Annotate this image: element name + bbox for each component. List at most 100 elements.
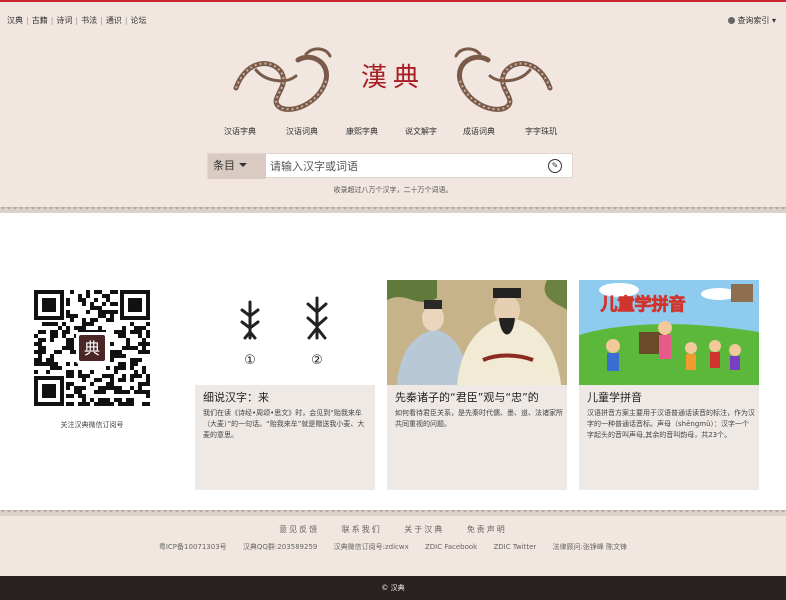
qr-module (146, 350, 150, 354)
qr-module (66, 314, 70, 318)
qr-module (102, 402, 106, 406)
qr-module (50, 334, 54, 338)
qr-module (70, 370, 74, 374)
qr-module (34, 334, 38, 338)
footer-facebook[interactable]: ZDIC Facebook (425, 543, 477, 551)
qr-module (82, 318, 86, 322)
qr-module (46, 358, 50, 362)
qr-module (62, 334, 66, 338)
card-description: 汉语拼音方案主要用于汉语普通话读音的标注，作为汉字的一种普通话音标。声母（shē… (587, 409, 755, 439)
qr-module (114, 350, 118, 354)
qr-module (90, 398, 94, 402)
qr-module (94, 390, 98, 394)
nav-zizi-zhuji[interactable]: 字字珠玑 (525, 126, 557, 137)
qr-module (130, 330, 134, 334)
qr-code-icon: 典 (24, 280, 160, 416)
qr-module (54, 322, 58, 326)
topnav-item-guji[interactable]: 古籍 (32, 16, 48, 25)
qr-module (70, 394, 74, 398)
footer-link-feedback[interactable]: 意见反馈 (279, 525, 319, 534)
qr-module (50, 354, 54, 358)
qr-module (102, 310, 106, 314)
divider: | (124, 16, 128, 25)
qr-module (38, 362, 42, 366)
qr-module (106, 382, 110, 386)
footer-link-about[interactable]: 关于汉典 (404, 525, 444, 534)
nav-chengyu-cidian[interactable]: 成语词典 (463, 126, 495, 137)
qr-module (50, 358, 54, 362)
qr-module (134, 326, 138, 330)
footer-wechat: 汉典微信订阅号:zdicwx (333, 543, 409, 551)
qr-module (146, 394, 150, 398)
footer-links: 意见反馈 联系我们 关于汉典 免责声明 (0, 524, 786, 535)
qr-module (102, 294, 106, 298)
qr-module (130, 386, 134, 390)
qr-module (138, 350, 142, 354)
card-description: 如何看待君臣关系，是先秦时代儒、墨、道、法诸家所共同重视的问题。 (395, 409, 563, 428)
qr-module (50, 322, 54, 326)
qr-module (98, 314, 102, 318)
topnav-item-shici[interactable]: 诗词 (56, 16, 72, 25)
qr-module (142, 366, 146, 370)
footer: 意见反馈 联系我们 关于汉典 免责声明 粤ICP备10071303号 汉典QQ群… (0, 516, 786, 576)
qr-logo-text: 典 (84, 339, 100, 358)
qr-module (130, 398, 134, 402)
qr-module (134, 362, 138, 366)
qr-module (90, 382, 94, 386)
qr-module (46, 322, 50, 326)
footer-link-disclaimer[interactable]: 免责声明 (467, 525, 507, 534)
qr-module (110, 310, 114, 314)
qr-module (98, 310, 102, 314)
topnav-item-shufa[interactable]: 书法 (81, 16, 97, 25)
topnav-item-handian[interactable]: 汉典 (7, 16, 23, 25)
qr-module (42, 362, 46, 366)
qr-module (114, 310, 118, 314)
qr-module (130, 374, 134, 378)
handwriting-icon[interactable]: ✎ (548, 159, 562, 173)
nav-kangxi-zidian[interactable]: 康熙字典 (346, 126, 378, 137)
qr-module (106, 402, 110, 406)
qr-module (118, 366, 122, 370)
qr-module (130, 366, 134, 370)
article-card-junchen[interactable]: 先秦诸子的“君臣”观与“忠”的 如何看待君臣关系，是先秦时代儒、墨、道、法诸家所… (387, 280, 567, 490)
topnav-item-tongshi[interactable]: 通识 (106, 16, 122, 25)
qr-module (102, 390, 106, 394)
qr-module (110, 374, 114, 378)
qr-module (66, 362, 70, 366)
qr-module (66, 338, 70, 342)
info-icon (728, 17, 736, 24)
qr-module (122, 402, 126, 406)
qr-module (142, 326, 146, 330)
qr-module (110, 382, 114, 386)
footer-twitter[interactable]: ZDIC Twitter (493, 543, 536, 551)
qr-module (146, 378, 150, 382)
article-card-pinyin[interactable]: 儿童学拼音 儿童学拼音 汉语拼音方案主要用于汉语普通话读音的标注，作为汉字的一种… (579, 280, 759, 490)
qr-module (122, 326, 126, 330)
qr-module (106, 366, 110, 370)
qr-module (82, 298, 86, 302)
nav-shuowen-jiezi[interactable]: 说文解字 (405, 126, 437, 137)
qr-module (122, 366, 126, 370)
site-logo[interactable]: 漢典 (226, 40, 560, 114)
search-input[interactable] (270, 156, 540, 176)
footer-icp[interactable]: 粤ICP备10071303号 (159, 543, 227, 551)
qr-module (58, 326, 62, 330)
nav-hanyu-cidian[interactable]: 汉语词典 (286, 126, 318, 137)
nav-hanyu-zidian[interactable]: 汉语字典 (224, 126, 256, 137)
qr-module (114, 302, 118, 306)
topnav-item-luntan[interactable]: 论坛 (131, 16, 147, 25)
lookup-index-menu[interactable]: 查询索引 ▾ (728, 15, 776, 26)
qr-module (102, 302, 106, 306)
qr-module (122, 378, 126, 382)
footer-link-contact[interactable]: 联系我们 (342, 525, 382, 534)
qr-module (90, 302, 94, 306)
search-scope-dropdown[interactable]: 条目 (208, 154, 266, 179)
footer-legal: 法律顾问:张铮峰 陈文锋 (552, 543, 628, 551)
qr-module (66, 386, 70, 390)
search-bar: 条目 ✎ (207, 153, 573, 179)
article-card-lai[interactable]: ① ② 细说汉字：来 我们在读《诗经•周颂•思文》时，会见到“贻我来牟（大麦）”… (195, 280, 375, 490)
qr-module (122, 354, 126, 358)
qr-module (122, 390, 126, 394)
qr-module (142, 342, 146, 346)
qr-module (78, 386, 82, 390)
